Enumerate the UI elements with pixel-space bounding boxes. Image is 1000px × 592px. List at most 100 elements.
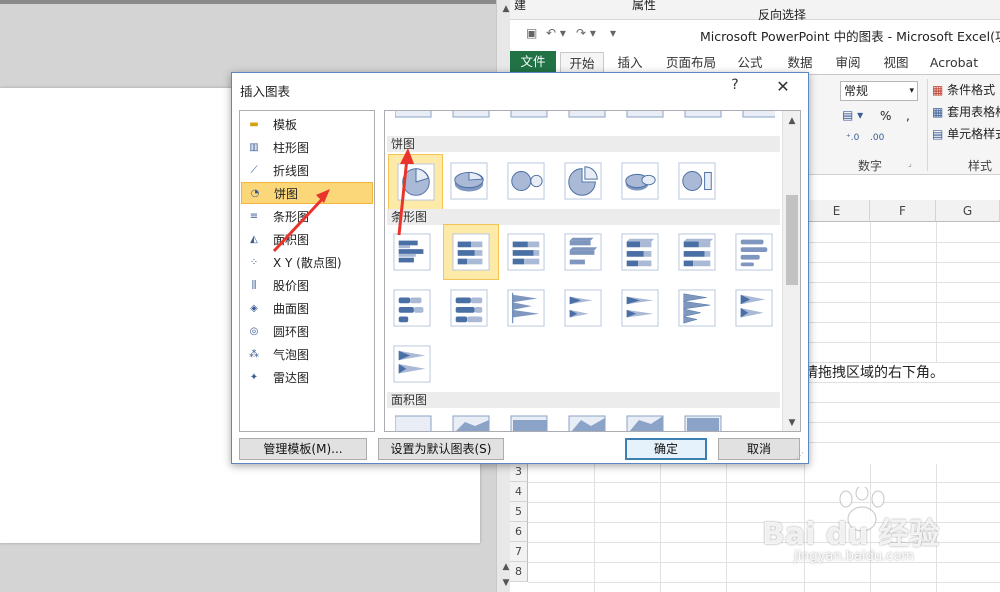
radar-chart-icon: ✦ bbox=[249, 371, 259, 383]
chart-thumb-clustered-pyramid[interactable] bbox=[674, 285, 720, 331]
currency-icon[interactable]: ▤ ▾ bbox=[842, 108, 863, 122]
cell-instruction-text: 请拖拽区域的右下角。 bbox=[804, 365, 944, 381]
chart-thumb-exploded-pie[interactable] bbox=[560, 158, 606, 204]
chart-thumb-clustered-cone[interactable] bbox=[503, 285, 549, 331]
category-item-area[interactable]: ◭ 面积图 bbox=[241, 228, 373, 250]
conditional-format-button[interactable]: ▦ 条件格式 bbox=[932, 81, 995, 98]
row-header-4[interactable]: 4 bbox=[510, 482, 528, 502]
quick-access-chevron-icon[interactable]: ▾ bbox=[610, 26, 616, 40]
table-format-icon: ▦ bbox=[932, 105, 944, 119]
category-item-surface[interactable]: ◈ 曲面图 bbox=[241, 297, 373, 319]
format-as-table-button[interactable]: ▦ 套用表格格 bbox=[932, 103, 1000, 120]
tab-view[interactable]: 视图 bbox=[878, 52, 914, 75]
row-header-5[interactable]: 5 bbox=[510, 502, 528, 522]
scatter-chart-icon: ⁘ bbox=[249, 256, 259, 268]
row-header-6[interactable]: 6 bbox=[510, 522, 528, 542]
section-header-bar: 条形图 bbox=[387, 209, 780, 225]
save-icon[interactable]: ▣ bbox=[526, 26, 537, 40]
gridline bbox=[804, 382, 1000, 383]
percent-button[interactable]: % bbox=[880, 109, 891, 123]
tab-review[interactable]: 审阅 bbox=[830, 52, 866, 75]
gridline bbox=[804, 302, 1000, 303]
undo-icon[interactable]: ↶ ▾ bbox=[546, 26, 566, 40]
cond-format-label: 条件格式 bbox=[947, 83, 996, 97]
row-header-3[interactable]: 3 bbox=[510, 462, 528, 482]
category-item-line[interactable]: ⟋ 折线图 bbox=[241, 159, 373, 181]
resize-grip-icon[interactable]: ⋰ bbox=[796, 451, 806, 461]
chart-thumb-3d-stacked-bar[interactable] bbox=[617, 229, 663, 275]
dialog-launcher-icon[interactable]: ⌟ bbox=[908, 159, 912, 168]
chart-thumb-100-stacked-bar[interactable] bbox=[503, 229, 549, 275]
chart-thumb-pie-3d[interactable] bbox=[446, 158, 492, 204]
category-label: 股价图 bbox=[273, 278, 310, 293]
chart-thumb-3d-100-stacked-bar[interactable] bbox=[674, 229, 720, 275]
category-label: 折线图 bbox=[273, 163, 310, 178]
row-header-8[interactable]: 8 bbox=[510, 562, 528, 582]
gridline bbox=[528, 482, 1000, 483]
watermark-url: jingyan.baidu.com bbox=[794, 549, 914, 564]
close-button[interactable]: ✕ bbox=[770, 76, 796, 98]
partial-area-thumbnails bbox=[394, 415, 722, 431]
category-label: 雷达图 bbox=[273, 370, 310, 385]
scroll-up-icon[interactable]: ▲ bbox=[783, 113, 800, 129]
chart-thumb-stacked-cone[interactable] bbox=[560, 285, 606, 331]
area-chart-icon: ◭ bbox=[250, 233, 258, 245]
column-header-g[interactable]: G bbox=[936, 200, 1000, 222]
chart-thumb-pie[interactable] bbox=[388, 154, 443, 210]
help-button[interactable]: ? bbox=[726, 77, 744, 97]
decrease-decimal-icon[interactable]: .00 bbox=[870, 133, 884, 143]
tab-acrobat[interactable]: Acrobat bbox=[924, 52, 984, 75]
row-header-7[interactable]: 7 bbox=[510, 542, 528, 562]
manage-templates-button[interactable]: 管理模板(M)... bbox=[239, 438, 367, 460]
gridline bbox=[804, 442, 1000, 443]
chart-thumb-pie-of-pie[interactable] bbox=[503, 158, 549, 204]
section-header-pie: 饼图 bbox=[387, 136, 780, 152]
powerpoint-top-strip bbox=[0, 0, 500, 4]
category-item-radar[interactable]: ✦ 雷达图 bbox=[241, 366, 373, 388]
category-item-stock[interactable]: ⫼ 股价图 bbox=[241, 274, 373, 296]
chart-thumb-bar-of-pie[interactable] bbox=[674, 158, 720, 204]
insert-chart-dialog: 插入图表 ? ✕ ▬ 模板 ▥ 柱形图 ⟋ 折线图 ◔ 饼图 ≡ 条形图 ◭ 面… bbox=[231, 72, 809, 464]
chart-thumb-stacked-bar[interactable] bbox=[443, 224, 499, 280]
category-label: 饼图 bbox=[274, 186, 299, 201]
group-label-number: 数字 bbox=[858, 159, 883, 173]
category-label: 面积图 bbox=[273, 232, 310, 247]
category-label: 条形图 bbox=[273, 209, 310, 224]
chart-thumb-100-stacked-cone[interactable] bbox=[617, 285, 663, 331]
number-format-dropdown[interactable]: 常规 ▾ bbox=[840, 81, 918, 101]
column-header-f[interactable]: F bbox=[870, 200, 936, 222]
scroll-down-icon[interactable]: ▼ bbox=[783, 415, 800, 431]
column-chart-icon: ▥ bbox=[249, 141, 259, 153]
chart-thumb-100-stacked-pyramid[interactable] bbox=[389, 341, 435, 387]
category-item-doughnut[interactable]: ◎ 圆环图 bbox=[241, 320, 373, 342]
increase-decimal-icon[interactable]: ⁺.0 bbox=[846, 133, 859, 143]
cancel-button[interactable]: 取消 bbox=[718, 438, 800, 460]
ok-button[interactable]: 确定 bbox=[625, 438, 707, 460]
chart-thumb-3d-clustered-bar[interactable] bbox=[560, 229, 606, 275]
set-default-chart-button[interactable]: 设置为默认图表(S) bbox=[378, 438, 504, 460]
chart-thumb-exploded-pie-3d[interactable] bbox=[617, 158, 663, 204]
chart-thumb-stacked-cylinder[interactable] bbox=[389, 285, 435, 331]
gallery-scrollbar[interactable]: ▲ ▼ bbox=[782, 111, 800, 431]
table-format-label: 套用表格格 bbox=[947, 105, 1000, 119]
chart-category-list: ▬ 模板 ▥ 柱形图 ⟋ 折线图 ◔ 饼图 ≡ 条形图 ◭ 面积图 ⁘ X Y … bbox=[239, 110, 375, 432]
gridline bbox=[804, 402, 1000, 403]
chart-gallery: 饼图 条形图 面积图 ▲ ▼ bbox=[384, 110, 801, 432]
category-item-template[interactable]: ▬ 模板 bbox=[241, 113, 373, 135]
column-header-e[interactable]: E bbox=[804, 200, 870, 222]
category-item-scatter[interactable]: ⁘ X Y (散点图) bbox=[241, 251, 373, 273]
bubble-chart-icon: ⁂ bbox=[249, 348, 259, 360]
redo-icon[interactable]: ↷ ▾ bbox=[576, 26, 596, 40]
chart-thumb-clustered-bar[interactable] bbox=[389, 229, 435, 275]
chart-thumb-100-stacked-cylinder[interactable] bbox=[446, 285, 492, 331]
category-item-bubble[interactable]: ⁂ 气泡图 bbox=[241, 343, 373, 365]
category-label: 圆环图 bbox=[273, 324, 310, 339]
category-item-column[interactable]: ▥ 柱形图 bbox=[241, 136, 373, 158]
chart-thumb-stacked-pyramid[interactable] bbox=[731, 285, 777, 331]
chart-thumb-clustered-cylinder[interactable] bbox=[731, 229, 777, 275]
category-item-pie[interactable]: ◔ 饼图 bbox=[241, 182, 373, 204]
comma-button[interactable]: , bbox=[906, 109, 910, 123]
cell-styles-button[interactable]: ▤ 单元格样式 bbox=[932, 125, 1000, 142]
category-item-bar[interactable]: ≡ 条形图 bbox=[241, 205, 373, 227]
scrollbar-thumb[interactable] bbox=[786, 195, 798, 285]
